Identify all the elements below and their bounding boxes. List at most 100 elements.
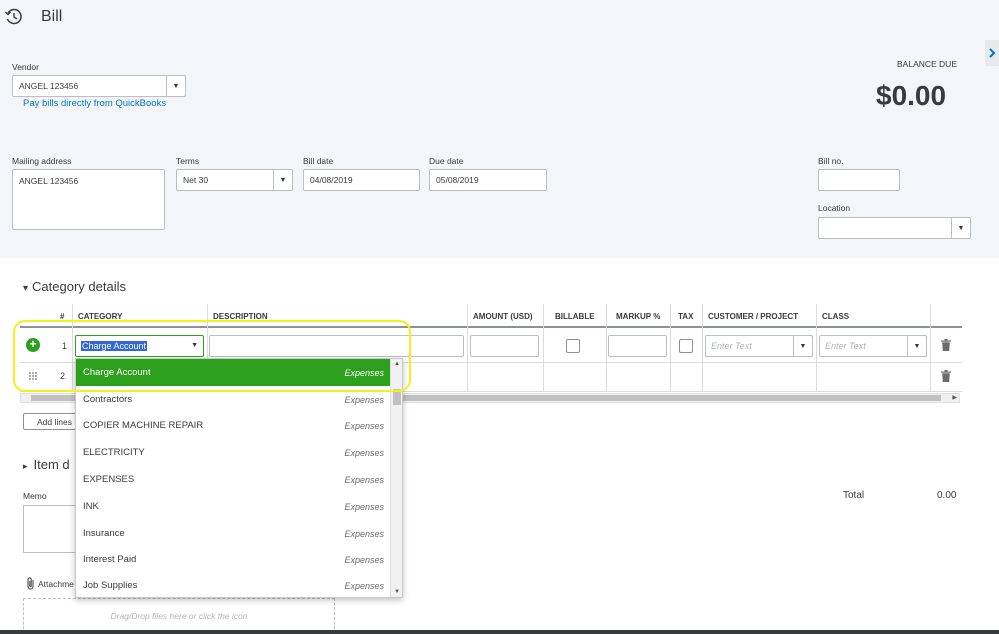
scroll-down-icon[interactable]: ▼ [394,589,400,595]
attachments-label: Attachme [38,579,74,589]
terms-select[interactable]: Net 30 ▼ [176,169,293,191]
chevron-down-icon[interactable]: ▼ [273,169,293,191]
customer-placeholder: Enter Text [711,341,752,351]
col-customer-project: CUSTOMER / PROJECT [708,312,799,321]
customer-project-select[interactable]: Enter Text ▼ [705,335,813,357]
menu-scrollbar-thumb[interactable] [393,389,401,405]
total-label: Total [843,490,865,501]
column-divider [72,304,73,392]
bill-date-label: Bill date [303,156,334,166]
drag-handle-icon[interactable] [28,371,38,381]
due-date-field[interactable]: 05/08/2019 [429,169,547,191]
category-dropdown-menu: Charge Account Expenses Contractors Expens… [75,358,403,598]
page-title: Bill [41,8,63,25]
location-label: Location [818,203,851,213]
attachment-dropzone[interactable]: Drag/Drop files here or click the icon [23,598,335,634]
menu-item-type: Expenses [344,501,384,512]
col-markup: MARKUP % [616,312,661,321]
menu-item-label: Charge Account [83,367,151,378]
scroll-up-icon[interactable]: ▲ [394,361,400,367]
category-value: Charge Account [81,341,148,351]
class-placeholder: Enter Text [825,341,866,351]
class-select[interactable]: Enter Text ▼ [819,335,927,357]
vendor-select[interactable]: ANGEL 123456 ▼ [12,75,186,97]
due-date-value: 05/08/2019 [436,175,479,185]
add-lines-button[interactable]: Add lines [23,413,79,430]
table-header: # CATEGORY DESCRIPTION AMOUNT (USD) BILL… [20,308,962,328]
bill-no-field[interactable] [818,169,900,191]
chevron-down-icon[interactable]: ▼ [951,217,971,239]
due-date-label: Due date [429,156,464,166]
mailing-address-field[interactable]: ANGEL 123456 [12,169,165,230]
mailing-address-label: Mailing address [12,156,72,166]
bottom-bar [0,630,999,634]
balance-due-amount: $0.00 [876,80,947,111]
category-details-title: Category details [32,279,126,294]
column-divider [702,304,703,392]
menu-item-copier-machine-repair[interactable]: COPIER MACHINE REPAIR Expenses [76,412,391,439]
category-details-toggle[interactable]: ▾ Category details [23,279,126,294]
bill-date-field[interactable]: 04/08/2019 [303,169,420,191]
menu-item-type: Expenses [344,447,384,458]
menu-item-label: EXPENSES [83,474,135,485]
billable-checkbox[interactable] [566,339,580,353]
menu-scrollbar[interactable]: ▲ ▼ [390,359,402,597]
menu-item-label: Job Supplies [83,580,138,591]
menu-item-charge-account[interactable]: Charge Account Expenses [76,359,391,386]
trash-icon[interactable] [941,339,951,351]
menu-item-interest-paid[interactable]: Interest Paid Expenses [76,546,391,573]
trash-icon[interactable] [941,370,951,382]
description-input[interactable] [209,335,464,357]
menu-item-contractors[interactable]: Contractors Expenses [76,386,391,413]
menu-item-label: Interest Paid [83,554,137,565]
chevron-down-icon[interactable]: ▼ [907,335,927,357]
history-icon[interactable] [4,7,24,27]
item-details-title: Item d [33,457,70,472]
col-tax: TAX [678,312,694,321]
scroll-right-icon[interactable]: ▶ [952,394,957,401]
caret-down-icon: ▾ [23,283,29,294]
col-amount: AMOUNT (USD) [473,312,533,321]
col-class: CLASS [822,312,850,321]
menu-item-label: ELECTRICITY [83,447,145,458]
column-divider [606,304,607,392]
terms-label: Terms [176,156,200,166]
menu-item-type: Expenses [344,420,384,431]
bill-date-value: 04/08/2019 [310,175,353,185]
tax-checkbox[interactable] [679,339,693,353]
menu-item-insurance[interactable]: Insurance Expenses [76,520,391,547]
mailing-address-value: ANGEL 123456 [19,176,79,186]
drop-hint: Drag/Drop files here or click the icon [110,611,248,621]
menu-item-job-supplies[interactable]: Job Supplies Expenses [76,572,391,597]
menu-item-expenses[interactable]: EXPENSES Expenses [76,466,391,493]
category-select[interactable]: Charge Account ▼ [75,335,204,357]
menu-item-type: Expenses [344,367,384,378]
menu-item-type: Expenses [344,394,384,405]
menu-item-label: INK [83,501,99,512]
chevron-down-icon[interactable]: ▼ [793,335,813,357]
menu-item-electricity[interactable]: ELECTRICITY Expenses [76,439,391,466]
menu-item-label: COPIER MACHINE REPAIR [83,420,204,431]
chevron-down-icon[interactable]: ▼ [191,342,198,349]
column-divider [930,304,931,392]
pay-bills-link[interactable]: Pay bills directly from QuickBooks [23,98,166,109]
location-select[interactable]: ▼ [818,217,971,239]
menu-item-label: Insurance [83,528,125,539]
vendor-value: ANGEL 123456 [19,81,79,91]
menu-item-ink[interactable]: INK Expenses [76,493,391,520]
collapse-panel-icon[interactable] [985,40,999,66]
item-details-toggle[interactable]: ▸ Item d [23,457,70,472]
bill-no-label: Bill no. [818,156,844,166]
chevron-down-icon[interactable]: ▼ [166,75,186,97]
memo-field[interactable] [23,505,78,553]
paperclip-icon[interactable] [26,577,36,590]
balance-due-label: BALANCE DUE [897,59,957,69]
add-line-icon[interactable]: + [26,338,40,352]
column-divider [467,304,468,392]
menu-item-type: Expenses [344,580,384,591]
markup-input[interactable] [608,335,667,357]
terms-value: Net 30 [183,175,209,185]
row-number: 1 [62,341,68,351]
amount-input[interactable] [470,335,539,357]
menu-item-type: Expenses [344,528,384,539]
